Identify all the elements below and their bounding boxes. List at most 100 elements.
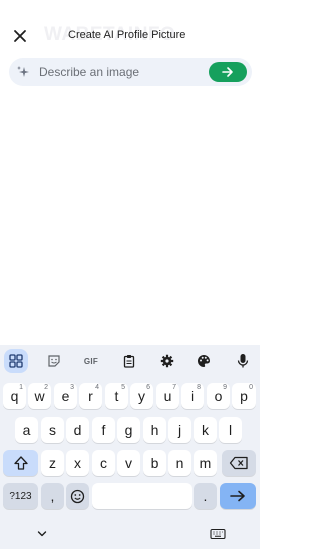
key-p[interactable]: p0 [232, 383, 256, 409]
gif-label: GIF [83, 356, 99, 366]
palette-icon [198, 355, 210, 367]
key-label: , [50, 488, 55, 504]
key-y[interactable]: y6 [130, 383, 153, 409]
key-hint: 7 [172, 384, 176, 391]
grid-icon [9, 354, 23, 368]
describe-image-input[interactable] [39, 63, 199, 81]
key-label: z [49, 455, 56, 471]
key-label: u [163, 388, 172, 404]
key-label: y [138, 388, 145, 404]
key-s[interactable]: s [41, 417, 64, 443]
hide-keyboard-button[interactable] [32, 527, 52, 541]
key-label: f [101, 422, 106, 438]
key-g[interactable]: g [117, 417, 140, 443]
key-label: b [150, 455, 159, 471]
comma-key[interactable]: , [41, 483, 64, 509]
key-label: . [203, 488, 208, 504]
enter-key[interactable] [220, 483, 256, 509]
period-key[interactable]: . [194, 483, 217, 509]
key-i[interactable]: i8 [181, 383, 204, 409]
key-label: p [240, 388, 248, 404]
key-q[interactable]: q1 [3, 383, 26, 409]
key-label: v [125, 455, 132, 471]
close-button[interactable] [10, 26, 30, 46]
key-o[interactable]: o9 [207, 383, 230, 409]
key-j[interactable]: j [168, 417, 191, 443]
key-label: d [73, 422, 82, 438]
symbols-key[interactable]: ?123 [3, 483, 38, 509]
shift-icon [13, 456, 28, 470]
key-hint: 2 [44, 384, 48, 391]
key-label: w [34, 388, 45, 404]
key-r[interactable]: r4 [79, 383, 102, 409]
key-label: x [74, 455, 81, 471]
key-label: s [49, 422, 56, 438]
key-b[interactable]: b [143, 450, 166, 476]
key-c[interactable]: c [92, 450, 115, 476]
apps-grid-button[interactable] [4, 349, 28, 373]
key-hint: 0 [249, 384, 253, 391]
key-d[interactable]: d [66, 417, 89, 443]
arrow-right-icon [222, 67, 233, 77]
key-e[interactable]: e3 [54, 383, 77, 409]
emoji-icon [70, 489, 85, 503]
key-label: ?123 [9, 490, 32, 502]
arrow-right-icon [230, 490, 245, 502]
keyboard: GIF q 1 w 2 e 3 r 4 t 5 y 6 u 7 i 8 o 9 … [0, 345, 260, 549]
key-t[interactable]: t5 [105, 383, 128, 409]
space-key[interactable] [92, 483, 192, 509]
key-label: t [114, 388, 119, 404]
key-u[interactable]: u7 [156, 383, 179, 409]
voice-input-button[interactable] [231, 349, 255, 373]
key-label: k [202, 422, 209, 438]
key-hint: 1 [19, 384, 23, 391]
key-label: j [177, 422, 182, 438]
sticker-button[interactable] [42, 349, 66, 373]
key-hint: 9 [223, 384, 227, 391]
keyboard-switch-button[interactable] [208, 527, 228, 541]
key-label: c [100, 455, 107, 471]
key-label: n [175, 455, 184, 471]
clipboard-icon [123, 355, 135, 368]
gear-icon [160, 354, 174, 368]
key-n[interactable]: n [168, 450, 191, 476]
key-f[interactable]: f [92, 417, 115, 443]
chevron-down-icon [37, 531, 47, 537]
backspace-icon [229, 456, 248, 470]
clipboard-button[interactable] [117, 349, 141, 373]
key-label: o [214, 388, 223, 404]
theme-button[interactable] [192, 349, 216, 373]
key-hint: 5 [121, 384, 125, 391]
close-icon [14, 30, 26, 42]
key-l[interactable]: l [219, 417, 242, 443]
sparkle-icon [17, 66, 29, 77]
key-label: l [228, 422, 233, 438]
key-z[interactable]: z [41, 450, 64, 476]
key-label: q [10, 388, 19, 404]
key-label: r [88, 388, 93, 404]
key-w[interactable]: w2 [28, 383, 51, 409]
backspace-key[interactable] [222, 450, 256, 476]
key-h[interactable]: h [143, 417, 166, 443]
key-hint: 6 [146, 384, 150, 391]
key-k[interactable]: k [194, 417, 217, 443]
keyboard-toolbar: GIF [0, 349, 260, 375]
gif-button[interactable]: GIF [79, 349, 103, 373]
microphone-icon [237, 354, 249, 368]
send-button[interactable] [209, 62, 247, 82]
emoji-key[interactable] [66, 483, 89, 509]
key-m[interactable]: m [194, 450, 217, 476]
key-v[interactable]: v [117, 450, 140, 476]
key-label: h [150, 422, 159, 438]
key-label: m [199, 455, 212, 471]
key-hint: 4 [95, 384, 99, 391]
navigation-row [0, 523, 260, 547]
key-hint: 8 [197, 384, 201, 391]
shift-key[interactable] [3, 450, 38, 476]
key-label: a [22, 422, 31, 438]
key-label: g [124, 422, 133, 438]
key-a[interactable]: a [15, 417, 38, 443]
key-label: e [61, 388, 70, 404]
key-x[interactable]: x [66, 450, 89, 476]
settings-button[interactable] [155, 349, 179, 373]
